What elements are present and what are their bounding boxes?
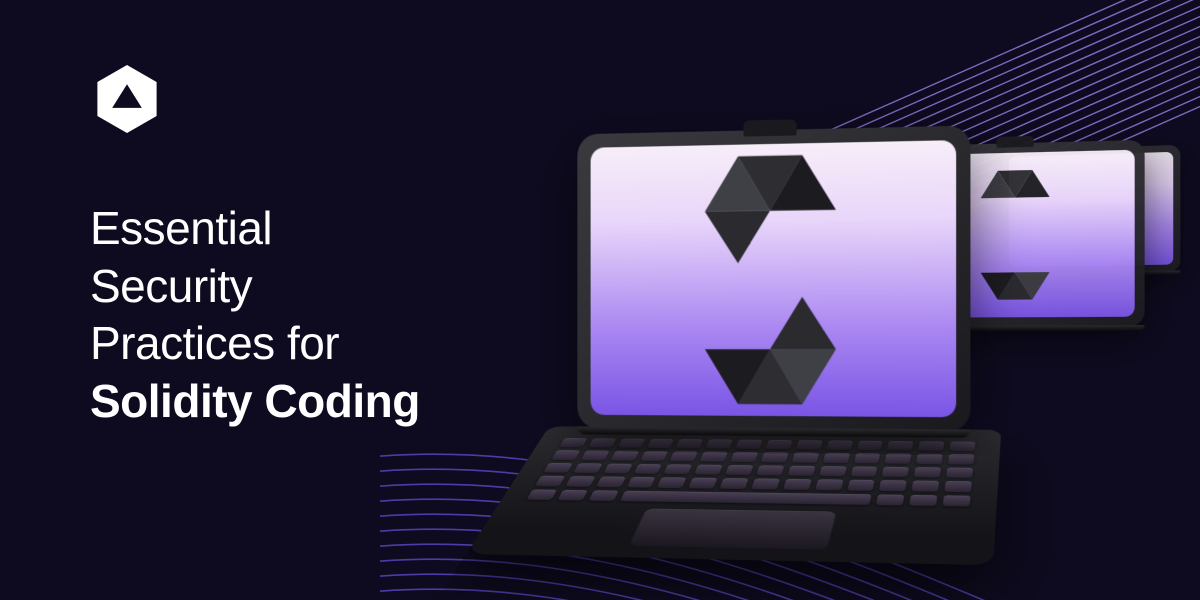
laptop-illustration <box>530 70 1170 600</box>
laptop-front <box>577 126 970 432</box>
laptop-trackpad <box>629 509 836 550</box>
laptop-keyboard <box>526 438 975 506</box>
headline-line-2: Security <box>90 258 420 316</box>
headline-line-1: Essential <box>90 200 420 258</box>
solidity-logo-icon <box>970 169 1060 300</box>
hero-headline: Essential Security Practices for Solidit… <box>90 200 420 430</box>
brand-logo-icon <box>90 62 164 136</box>
solidity-logo-icon <box>687 153 854 405</box>
headline-line-3: Practices for <box>90 315 420 373</box>
headline-line-4: Solidity Coding <box>90 373 420 431</box>
